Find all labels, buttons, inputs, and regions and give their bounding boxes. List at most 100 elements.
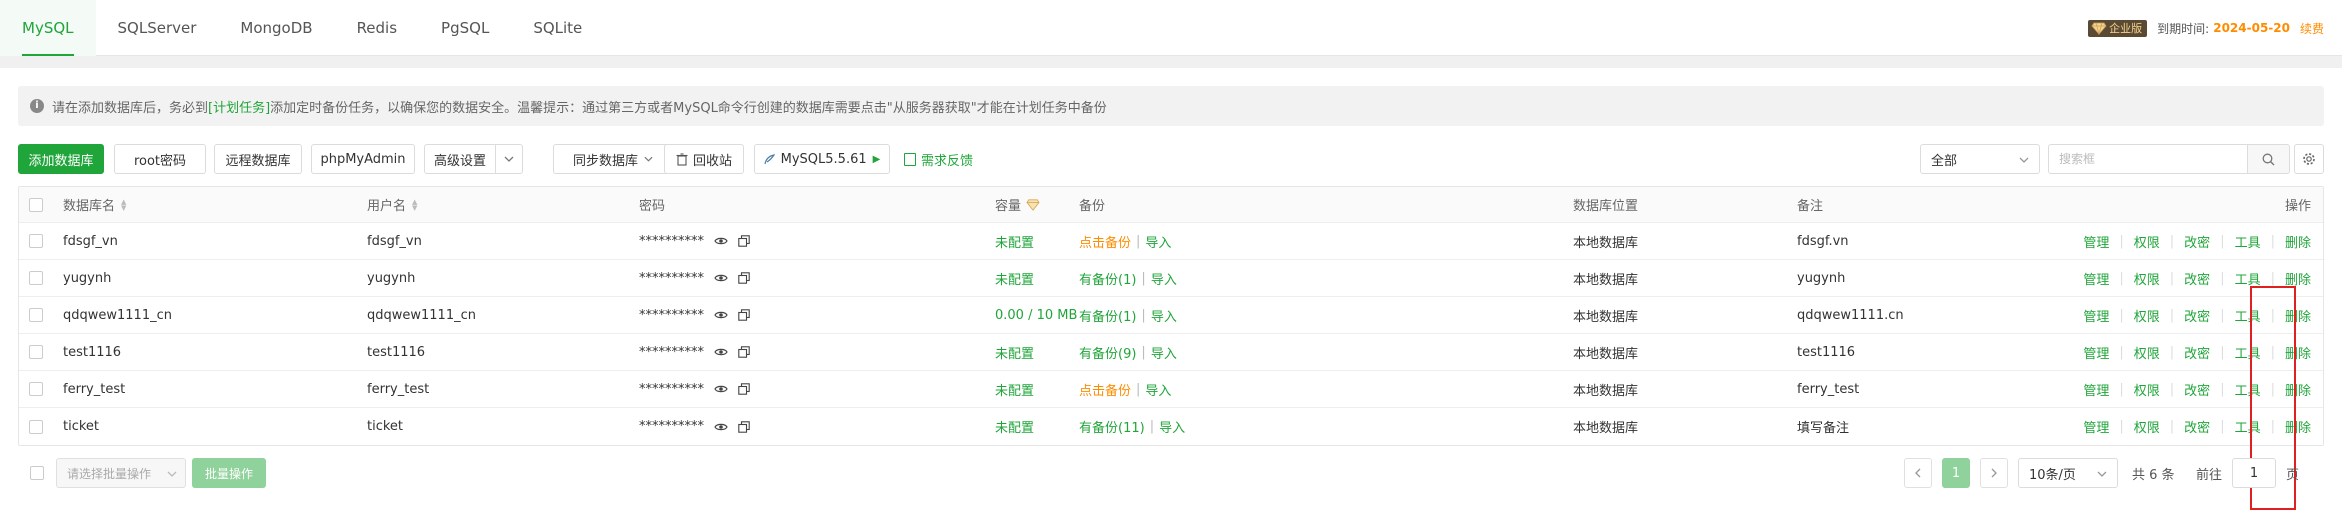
capacity[interactable]: 未配置: [995, 371, 1034, 407]
db-remark[interactable]: 填写备注: [1797, 408, 1849, 445]
sync-database-button[interactable]: 同步数据库: [553, 144, 673, 174]
page-1-button[interactable]: 1: [1942, 458, 1970, 488]
remote-database-button[interactable]: 远程数据库: [214, 144, 302, 174]
capacity[interactable]: 未配置: [995, 334, 1034, 370]
delete-link[interactable]: 删除: [2285, 232, 2311, 251]
manage-link[interactable]: 管理: [2083, 232, 2109, 251]
delete-link[interactable]: 删除: [2285, 343, 2311, 362]
copy-icon[interactable]: [738, 309, 750, 321]
delete-link[interactable]: 删除: [2285, 380, 2311, 399]
delete-link[interactable]: 删除: [2285, 417, 2311, 436]
permission-link[interactable]: 权限: [2134, 306, 2160, 325]
delete-link[interactable]: 删除: [2285, 269, 2311, 288]
backup-link[interactable]: 点击备份: [1079, 232, 1131, 251]
goto-page-input[interactable]: [2232, 458, 2276, 488]
manage-link[interactable]: 管理: [2083, 343, 2109, 362]
root-password-button[interactable]: root密码: [114, 144, 206, 174]
manage-link[interactable]: 管理: [2083, 417, 2109, 436]
copy-icon[interactable]: [738, 235, 750, 247]
import-link[interactable]: 导入: [1151, 269, 1177, 288]
db-remark[interactable]: test1116: [1797, 334, 1855, 370]
capacity[interactable]: 未配置: [995, 223, 1034, 259]
eye-icon[interactable]: [714, 422, 728, 432]
db-remark[interactable]: yugynh: [1797, 260, 1845, 296]
tools-link[interactable]: 工具: [2235, 380, 2261, 399]
tools-link[interactable]: 工具: [2235, 306, 2261, 325]
row-checkbox[interactable]: [29, 345, 43, 359]
change-password-link[interactable]: 改密: [2184, 343, 2210, 362]
row-checkbox[interactable]: [29, 271, 43, 285]
filter-select[interactable]: 全部: [1920, 144, 2040, 174]
column-settings-button[interactable]: [2294, 144, 2324, 174]
change-password-link[interactable]: 改密: [2184, 306, 2210, 325]
renew-link[interactable]: 续费: [2300, 20, 2324, 37]
import-link[interactable]: 导入: [1145, 232, 1171, 251]
permission-link[interactable]: 权限: [2134, 232, 2160, 251]
delete-link[interactable]: 删除: [2285, 306, 2311, 325]
tools-link[interactable]: 工具: [2235, 232, 2261, 251]
tab-sqlite[interactable]: SQLite: [511, 0, 604, 56]
add-database-button[interactable]: 添加数据库: [18, 144, 104, 174]
batch-operation-button[interactable]: 批量操作: [192, 458, 266, 488]
next-page-button[interactable]: [1980, 458, 2008, 488]
batch-operation-select[interactable]: 请选择批量操作: [56, 458, 186, 488]
footer-select-all-checkbox[interactable]: [30, 466, 44, 480]
backup-link[interactable]: 点击备份: [1079, 380, 1131, 399]
change-password-link[interactable]: 改密: [2184, 417, 2210, 436]
page-size-select[interactable]: 10条/页: [2018, 458, 2118, 488]
phpmyadmin-button[interactable]: phpMyAdmin: [311, 144, 415, 174]
manage-link[interactable]: 管理: [2083, 306, 2109, 325]
copy-icon[interactable]: [738, 420, 750, 433]
backup-link[interactable]: 有备份(1): [1079, 306, 1136, 325]
capacity[interactable]: 未配置: [995, 260, 1034, 296]
backup-link[interactable]: 有备份(11): [1079, 417, 1145, 436]
mysql-version-button[interactable]: MySQL5.5.61 ▶: [754, 144, 890, 174]
advanced-settings-button[interactable]: 高级设置: [424, 144, 496, 174]
capacity[interactable]: 未配置: [995, 408, 1034, 445]
import-link[interactable]: 导入: [1151, 306, 1177, 325]
advanced-settings-dropdown[interactable]: [495, 144, 523, 174]
permission-link[interactable]: 权限: [2134, 269, 2160, 288]
change-password-link[interactable]: 改密: [2184, 380, 2210, 399]
permission-link[interactable]: 权限: [2134, 343, 2160, 362]
row-checkbox[interactable]: [29, 419, 43, 434]
select-all-checkbox[interactable]: [29, 197, 43, 212]
tab-mongodb[interactable]: MongoDB: [218, 0, 334, 56]
tools-link[interactable]: 工具: [2235, 343, 2261, 362]
manage-link[interactable]: 管理: [2083, 380, 2109, 399]
search-button[interactable]: [2248, 144, 2290, 174]
permission-link[interactable]: 权限: [2134, 380, 2160, 399]
copy-icon[interactable]: [738, 272, 750, 284]
header-user[interactable]: 用户名 ▲ ▼: [367, 187, 417, 222]
feedback-link[interactable]: 需求反馈: [904, 144, 973, 174]
row-checkbox[interactable]: [29, 234, 43, 248]
db-remark[interactable]: fdsgf.vn: [1797, 223, 1849, 259]
tab-pgsql[interactable]: PgSQL: [419, 0, 511, 56]
db-remark[interactable]: ferry_test: [1797, 371, 1859, 407]
import-link[interactable]: 导入: [1145, 380, 1171, 399]
prev-page-button[interactable]: [1904, 458, 1932, 488]
eye-icon[interactable]: [714, 310, 728, 320]
tab-mysql[interactable]: MySQL: [0, 0, 96, 56]
eye-icon[interactable]: [714, 236, 728, 246]
tools-link[interactable]: 工具: [2235, 417, 2261, 436]
search-input[interactable]: [2048, 144, 2248, 174]
tab-redis[interactable]: Redis: [335, 0, 419, 56]
crontab-link[interactable]: [计划任务]: [208, 97, 270, 116]
eye-icon[interactable]: [714, 273, 728, 283]
eye-icon[interactable]: [714, 347, 728, 357]
row-checkbox[interactable]: [29, 308, 43, 322]
recycle-bin-button[interactable]: 回收站: [664, 144, 744, 174]
permission-link[interactable]: 权限: [2134, 417, 2160, 436]
copy-icon[interactable]: [738, 383, 750, 395]
tab-sqlserver[interactable]: SQLServer: [96, 0, 219, 56]
import-link[interactable]: 导入: [1151, 343, 1177, 362]
change-password-link[interactable]: 改密: [2184, 269, 2210, 288]
eye-icon[interactable]: [714, 384, 728, 394]
db-remark[interactable]: qdqwew1111.cn: [1797, 297, 1904, 333]
copy-icon[interactable]: [738, 346, 750, 358]
header-name[interactable]: 数据库名 ▲ ▼: [63, 187, 126, 222]
backup-link[interactable]: 有备份(9): [1079, 343, 1136, 362]
change-password-link[interactable]: 改密: [2184, 232, 2210, 251]
manage-link[interactable]: 管理: [2083, 269, 2109, 288]
